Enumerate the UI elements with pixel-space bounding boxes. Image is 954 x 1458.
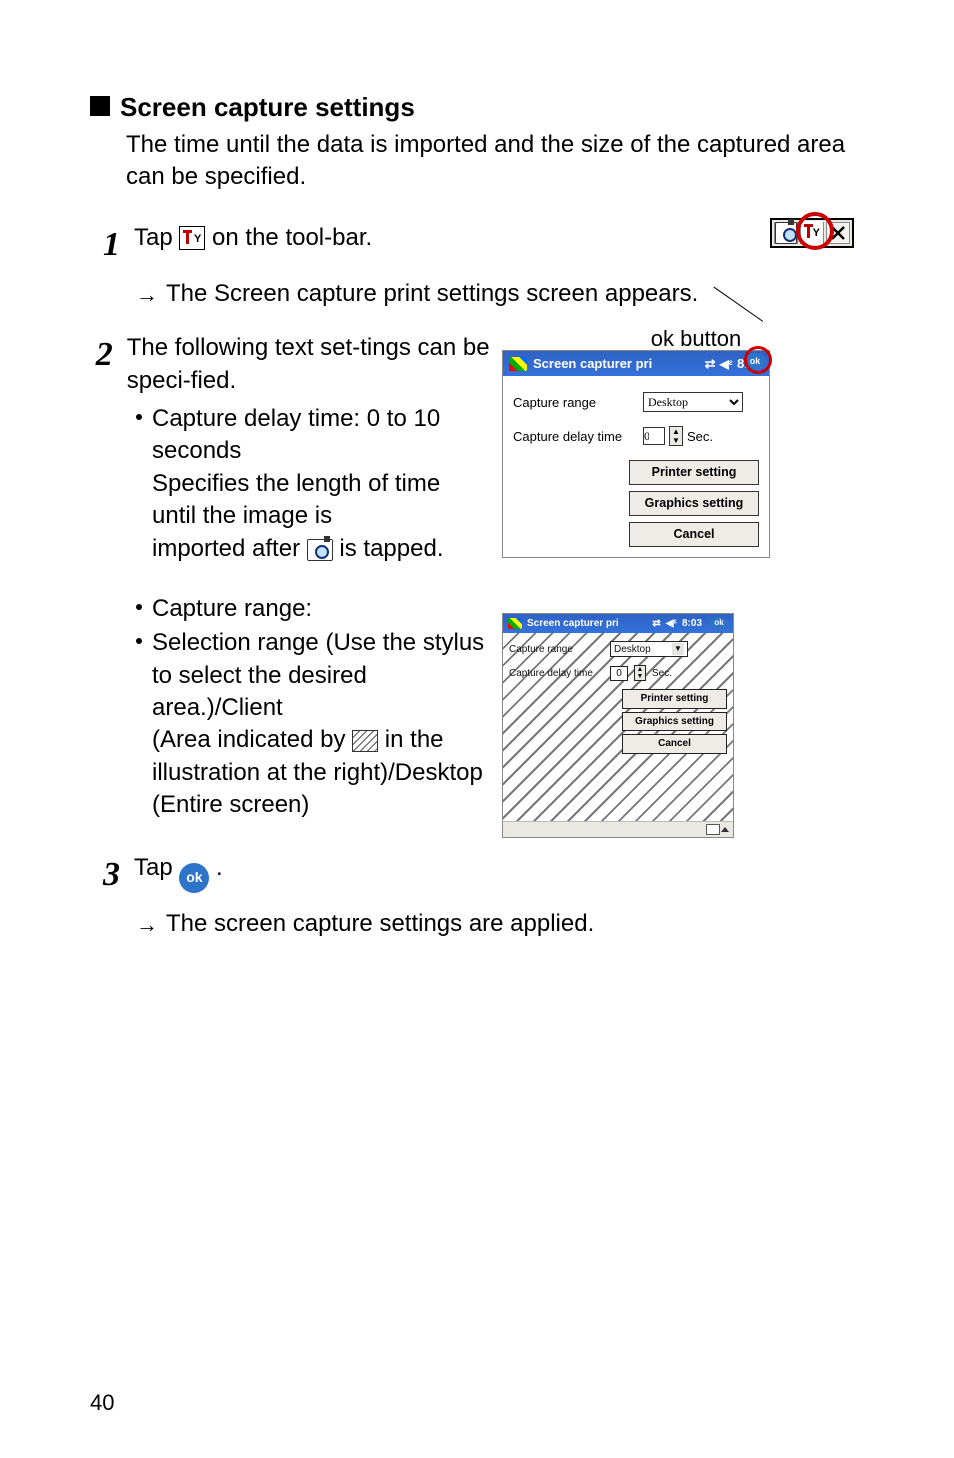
bullet-delay-desc2-post: is tapped. — [339, 535, 443, 562]
capture-range-label: Capture range — [513, 394, 633, 412]
step1-result-text: The Screen capture print settings screen… — [166, 278, 698, 310]
bullet-delay-desc1: Specifies the length of time until the i… — [152, 470, 440, 529]
bullet-icon — [136, 638, 142, 644]
connection-icon: ⇄ — [705, 355, 716, 373]
cancel-button[interactable]: Cancel — [629, 522, 759, 547]
pda-dialog-hatched: Screen capturer pri ⇄ ◀ᵋ 8:03 ok Capture… — [502, 613, 734, 839]
step2-text: The following text set-tings can be spec… — [127, 332, 490, 397]
speaker-icon: ◀ᵋ — [720, 356, 733, 372]
bullet-icon — [136, 604, 142, 610]
pda2-capture-delay-value[interactable]: 0 — [610, 666, 628, 681]
step3-text-a: Tap — [134, 854, 179, 881]
pda2-capture-range-value: Desktop — [614, 643, 651, 657]
speaker-icon: ◀ᵋ — [666, 617, 677, 631]
step-number-1: 1 — [90, 222, 120, 268]
step1-text-a: Tap — [134, 224, 179, 251]
sec-label: Sec. — [687, 428, 713, 446]
ok-button-icon: ok — [179, 863, 209, 893]
hatched-selection-area: Capture range Desktop ▼ Capture delay ti… — [503, 633, 733, 821]
printer-setting-button[interactable]: Printer setting — [629, 460, 759, 485]
step-number-3: 3 — [90, 852, 120, 898]
sip-bar — [503, 821, 733, 837]
bullet-selection-range-2-pre: (Area indicated by — [152, 726, 345, 753]
step-number-2: 2 — [90, 332, 113, 378]
toolbar-camera-icon — [774, 222, 798, 244]
pda2-time: 8:03 — [682, 617, 702, 631]
connection-icon: ⇄ — [652, 617, 660, 631]
capture-delay-label: Capture delay time — [513, 428, 633, 446]
windows-flag-icon — [509, 357, 527, 371]
pda2-printer-setting-button[interactable]: Printer setting — [622, 689, 727, 709]
pda2-ok-button-icon[interactable]: ok — [710, 617, 728, 630]
page-number: 40 — [90, 1388, 114, 1418]
pda2-spinner-buttons[interactable]: ▲▼ — [634, 665, 646, 681]
pda-dialog: Screen capturer pri ⇄ ◀ᵋ 8:03 ok Capture… — [502, 350, 770, 558]
arrow-icon: → — [136, 280, 158, 310]
chevron-down-icon: ▼ — [672, 643, 684, 655]
triangle-up-icon[interactable] — [721, 827, 729, 832]
step3-result-text: The screen capture settings are applied. — [166, 908, 594, 940]
ty-toolbar-icon: Y — [179, 226, 205, 250]
pda2-capture-range-select[interactable]: Desktop ▼ — [610, 641, 688, 657]
pda2-title: Screen capturer pri — [527, 617, 619, 631]
windows-flag-icon — [508, 618, 522, 629]
camera-icon — [307, 539, 333, 561]
pda2-sec-label: Sec. — [652, 667, 672, 681]
capture-range-select[interactable]: Desktop — [643, 392, 743, 412]
step1-text-b: on the tool-bar. — [212, 224, 372, 251]
spinner-buttons[interactable]: ▲▼ — [669, 426, 683, 446]
capture-delay-input[interactable] — [643, 427, 665, 445]
pda2-capture-delay-label: Capture delay time — [509, 667, 604, 681]
bullet-delay-desc2-pre: imported after — [152, 535, 307, 562]
bullet-icon — [136, 414, 142, 420]
section-heading: Screen capture settings — [120, 90, 415, 125]
pda2-graphics-setting-button[interactable]: Graphics setting — [622, 712, 727, 732]
hatch-icon — [352, 730, 378, 752]
toolbar-illustration: Y — [770, 218, 854, 248]
bullet-selection-range-1: Selection range (Use the stylus to selec… — [152, 629, 484, 721]
arrow-icon: → — [136, 910, 158, 940]
red-circle-highlight-icon — [796, 212, 834, 250]
bullet-delay-lead: Capture delay time: 0 to 10 seconds — [152, 405, 440, 464]
intro-text: The time until the data is imported and … — [126, 129, 884, 194]
red-circle-highlight-icon — [744, 346, 772, 374]
keyboard-icon[interactable] — [706, 824, 720, 835]
pda2-cancel-button[interactable]: Cancel — [622, 734, 727, 754]
pda-titlebar: Screen capturer pri ⇄ ◀ᵋ 8:03 ok — [503, 351, 769, 377]
bullet-capture-range: Capture range: — [152, 593, 490, 625]
graphics-setting-button[interactable]: Graphics setting — [629, 491, 759, 516]
pda-title: Screen capturer pri — [533, 355, 652, 373]
pda2-capture-range-label: Capture range — [509, 643, 604, 657]
pda2-titlebar: Screen capturer pri ⇄ ◀ᵋ 8:03 ok — [503, 614, 733, 634]
square-bullet-icon — [90, 96, 110, 116]
step3-text-b: . — [216, 854, 223, 881]
